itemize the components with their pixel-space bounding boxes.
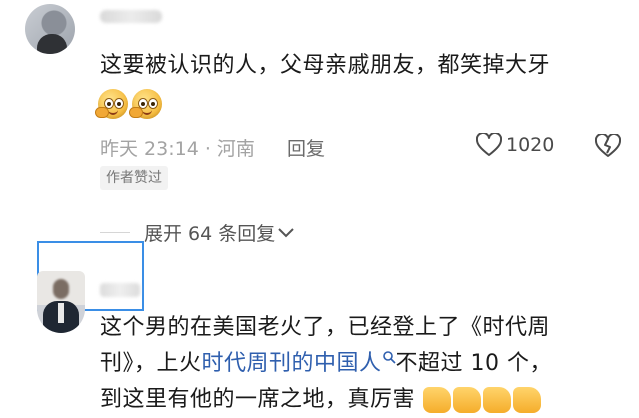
grinning-face-emoji-icon: [95, 89, 128, 119]
like-count: 1020: [506, 134, 555, 156]
thumbs-up-icon: [482, 387, 511, 413]
emoji-row: [95, 89, 162, 119]
broken-heart-icon: [594, 132, 622, 157]
comment-text-segment: 刊》，上火: [100, 351, 202, 376]
expand-replies-button[interactable]: 展开 64 条回复: [144, 219, 295, 246]
thumbs-up-icon: [452, 387, 481, 413]
comment-text: 这要被认识的人，父母亲戚朋友，都笑掉大牙: [100, 53, 551, 78]
comment-line: 刊》，上火时代周刊的中国人 不超过 10 个，: [100, 346, 630, 382]
comment-line: 这个男的在美国老火了，已经登上了《时代周: [100, 315, 551, 340]
thumbs-up-icon: [512, 387, 541, 413]
chevron-down-icon: [278, 227, 294, 237]
comment-meta: 昨天 23:14 · 河南: [100, 138, 255, 160]
comment-text-segment: 不超过 10 个，: [395, 351, 553, 376]
like-button[interactable]: 1020: [476, 133, 554, 157]
comment-text-segment: 到这里有他的一席之地，真厉害: [100, 387, 416, 412]
author-liked-badge: 作者赞过: [100, 166, 168, 190]
avatar[interactable]: [37, 271, 85, 333]
comment-line: 到这里有他的一席之地，真厉害: [100, 382, 630, 418]
search-link[interactable]: 时代周刊的中国人: [202, 351, 382, 376]
search-icon[interactable]: [382, 350, 396, 364]
thumbs-up-icon: [422, 387, 451, 413]
username-blurred[interactable]: [100, 283, 140, 297]
expand-replies-label: 展开 64 条回复: [144, 223, 276, 245]
reply-button[interactable]: 回复: [287, 134, 325, 161]
thumbs-up-emoji-row: [422, 387, 541, 413]
divider: [100, 232, 130, 233]
heart-icon: [476, 133, 502, 156]
avatar[interactable]: [25, 4, 75, 54]
username-blurred[interactable]: [100, 10, 162, 23]
grinning-face-emoji-icon: [129, 89, 162, 119]
dislike-button[interactable]: [594, 132, 622, 162]
comment-text: 这个男的在美国老火了，已经登上了《时代周 刊》，上火时代周刊的中国人 不超过 10…: [100, 310, 630, 418]
